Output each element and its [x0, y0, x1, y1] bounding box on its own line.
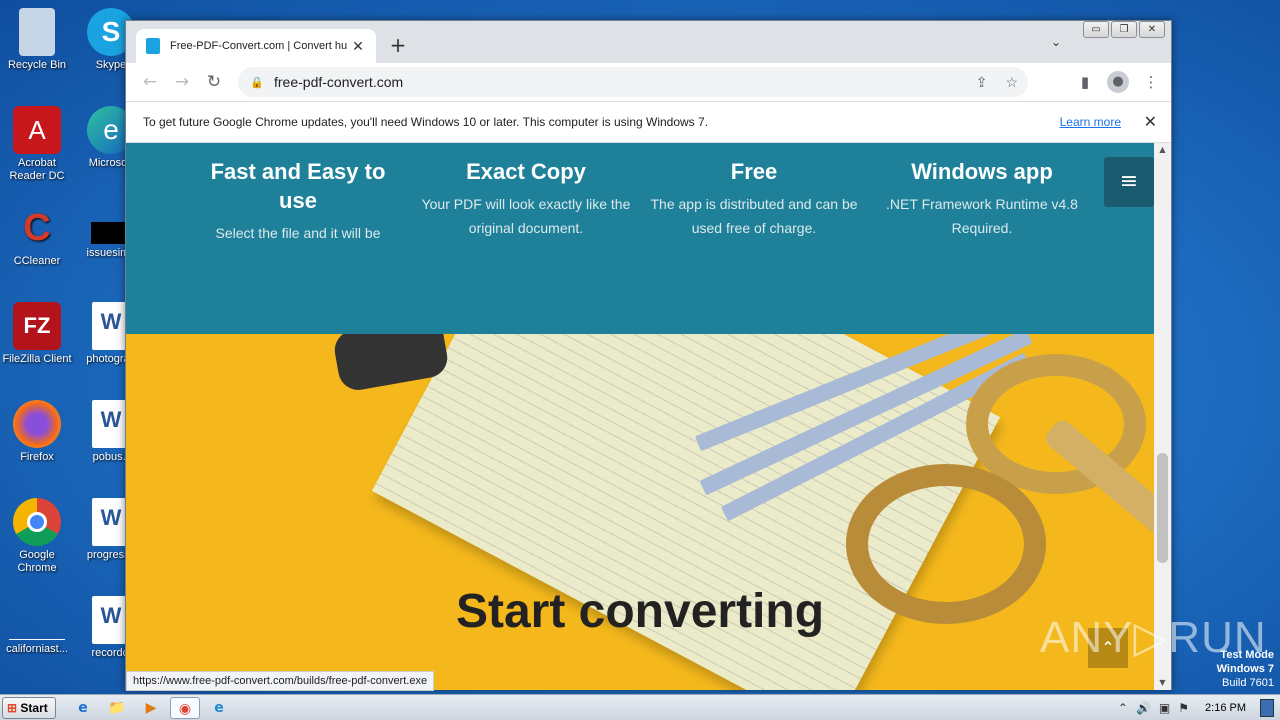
- omnibox-actions: ⇪ ☆: [976, 74, 1018, 91]
- desktop-icon-label: californiast...: [6, 643, 68, 655]
- clock[interactable]: 2:16 PM: [1205, 702, 1246, 714]
- start-label: Start: [20, 700, 48, 715]
- side-panel-icon[interactable]: ▮: [1073, 67, 1097, 97]
- file-icon: [9, 596, 65, 640]
- feature-text: The app is distributed and can be used f…: [650, 196, 858, 236]
- desktop-icon-label: CCleaner: [13, 255, 61, 267]
- ccleaner-icon: C: [23, 207, 51, 249]
- network-icon[interactable]: ▣: [1159, 701, 1170, 715]
- url-text: free-pdf-convert.com: [274, 74, 404, 90]
- taskbar-ie-icon[interactable]: e: [68, 697, 98, 719]
- action-center-flag-icon[interactable]: ⚑: [1178, 701, 1189, 715]
- browser-toolbar: ← → ↻ 🔒 free-pdf-convert.com ⇪ ☆ ▮ ● ⋮: [126, 63, 1171, 101]
- tray-expand-icon[interactable]: ⌃: [1118, 701, 1128, 715]
- desktop-icon-label: Acrobat Reader DC: [9, 157, 65, 182]
- desktop-icon-ccleaner[interactable]: C CCleaner: [0, 204, 74, 268]
- feature-windows-app: Windows app .NET Framework Runtime v4.8 …: [877, 157, 1087, 240]
- show-desktop-button[interactable]: [1260, 699, 1274, 717]
- desktop-icon-chrome[interactable]: Google Chrome: [0, 498, 74, 575]
- address-bar[interactable]: 🔒 free-pdf-convert.com ⇪ ☆: [238, 67, 1028, 97]
- firefox-icon: [13, 400, 61, 448]
- desktop-icon-label: FileZilla Client: [2, 353, 72, 365]
- feature-title: Windows app: [911, 159, 1053, 184]
- profile-icon[interactable]: ●: [1107, 71, 1129, 93]
- feature-text: Your PDF will look exactly like the orig…: [421, 196, 631, 236]
- infobar-text: To get future Google Chrome updates, you…: [143, 115, 709, 129]
- window-controls: ▭ ❐ ✕: [1083, 21, 1165, 38]
- desktop-icon-label: Recycle Bin: [7, 59, 67, 71]
- close-window-button[interactable]: ✕: [1139, 21, 1165, 38]
- lock-icon: 🔒: [250, 77, 264, 89]
- tab-strip: Free-PDF-Convert.com | Convert hu ✕ + ⌄ …: [126, 21, 1171, 63]
- tab-search-icon[interactable]: ⌄: [1051, 35, 1061, 49]
- desktop-icon-label: Google Chrome: [17, 549, 57, 574]
- feature-title: Fast and Easy to use: [210, 159, 386, 213]
- back-icon[interactable]: ←: [134, 72, 166, 92]
- scrollbar-thumb[interactable]: [1157, 453, 1168, 563]
- test-mode-line: Build 7601: [1222, 677, 1274, 689]
- bookmark-star-icon[interactable]: ☆: [1005, 74, 1018, 91]
- start-button[interactable]: ⊞ Start: [2, 696, 56, 719]
- chrome-icon: [13, 498, 61, 546]
- feature-fast-easy: Fast and Easy to use Select the file and…: [193, 157, 403, 245]
- test-mode-line: Windows 7: [1216, 663, 1274, 675]
- infobar-close-icon[interactable]: ✕: [1144, 112, 1157, 132]
- feature-title: Exact Copy: [466, 159, 586, 184]
- desktop-icon-californiast[interactable]: californiast...: [0, 596, 74, 656]
- volume-icon[interactable]: 🔊: [1136, 701, 1151, 715]
- scroll-down-icon[interactable]: ▼: [1154, 676, 1171, 690]
- system-tray: ⌃ 🔊 ▣ ⚑ 2:16 PM: [1118, 695, 1280, 720]
- taskbar-edge-icon[interactable]: e: [204, 697, 234, 719]
- desktop-icon-label: Skype: [95, 59, 127, 71]
- recycle-bin-icon: [19, 8, 55, 56]
- link-status-bubble: https://www.free-pdf-convert.com/builds/…: [126, 671, 435, 691]
- feature-free: Free The app is distributed and can be u…: [649, 157, 859, 240]
- taskbar: ⊞ Start e 📁 ▶ ◉ e ⌃ 🔊 ▣ ⚑ 2:16 PM: [0, 694, 1280, 720]
- minimize-button[interactable]: ▭: [1083, 21, 1109, 38]
- browser-tab[interactable]: Free-PDF-Convert.com | Convert hu ✕: [136, 29, 376, 63]
- page-scrollbar[interactable]: ▲ ▼: [1154, 143, 1171, 690]
- update-infobar: To get future Google Chrome updates, you…: [126, 101, 1171, 143]
- feature-text: Select the file and it will be: [215, 225, 381, 241]
- windows-logo-icon: ⊞: [7, 700, 18, 715]
- desktop-icon-label: Firefox: [20, 451, 54, 463]
- filezilla-icon: FZ: [13, 302, 61, 350]
- toolbar-right: ▮ ● ⋮: [1073, 67, 1171, 97]
- feature-text: .NET Framework Runtime v4.8 Required.: [886, 196, 1078, 236]
- test-mode-label: Test Mode Windows 7 Build 7601: [1217, 648, 1274, 690]
- desktop-icon-recycle-bin[interactable]: Recycle Bin: [0, 8, 74, 72]
- features-section: Fast and Easy to use Select the file and…: [126, 143, 1154, 334]
- feature-exact-copy: Exact Copy Your PDF will look exactly li…: [421, 157, 631, 240]
- reload-icon[interactable]: ↻: [198, 72, 230, 92]
- browser-window: Free-PDF-Convert.com | Convert hu ✕ + ⌄ …: [125, 20, 1172, 691]
- hero-headline: Start converting: [455, 585, 825, 638]
- chrome-menu-icon[interactable]: ⋮: [1139, 67, 1163, 97]
- menu-hamburger-icon[interactable]: ≡: [1104, 157, 1154, 207]
- share-icon[interactable]: ⇪: [976, 74, 988, 91]
- learn-more-link[interactable]: Learn more: [1060, 115, 1121, 129]
- page-viewport: Fast and Easy to use Select the file and…: [126, 143, 1154, 690]
- taskbar-explorer-icon[interactable]: 📁: [102, 697, 132, 719]
- taskbar-media-player-icon[interactable]: ▶: [136, 697, 166, 719]
- feature-title: Free: [730, 159, 778, 184]
- hero-section: Start converting ⌃: [126, 334, 1154, 690]
- desktop-icon-filezilla[interactable]: FZ FileZilla Client: [0, 302, 74, 366]
- scroll-up-icon[interactable]: ▲: [1154, 143, 1171, 157]
- tab-close-icon[interactable]: ✕: [350, 38, 366, 55]
- tab-title: Free-PDF-Convert.com | Convert hu: [170, 40, 348, 52]
- test-mode-line: Test Mode: [1220, 649, 1274, 661]
- favicon-icon: [146, 38, 160, 54]
- new-tab-button[interactable]: +: [386, 33, 410, 57]
- maximize-button[interactable]: ❐: [1111, 21, 1137, 38]
- desktop-icon-firefox[interactable]: Firefox: [0, 400, 74, 464]
- acrobat-icon: A: [13, 106, 61, 154]
- forward-icon[interactable]: →: [166, 72, 198, 92]
- desktop-icon-acrobat[interactable]: A Acrobat Reader DC: [0, 106, 74, 183]
- taskbar-chrome-icon[interactable]: ◉: [170, 696, 200, 719]
- desktop-icon-label: pobus.r: [92, 451, 130, 463]
